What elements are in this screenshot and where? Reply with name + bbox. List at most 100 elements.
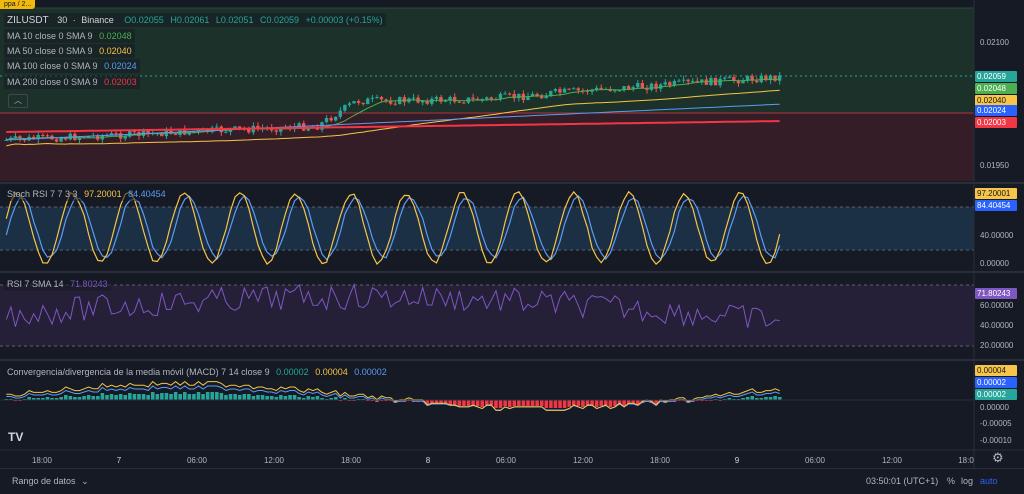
macd-histogram-bar [590, 400, 594, 405]
macd-histogram-bar [549, 400, 553, 408]
macd-histogram-bar [613, 400, 617, 406]
ma10-legend[interactable]: MA 10 close 0 SMA 9 0.02048 [4, 29, 135, 43]
macd-tick-1: -0.00005 [980, 419, 1012, 428]
macd-histogram-bar [247, 394, 251, 400]
ma100-value: 0.02024 [104, 61, 137, 71]
stoch-k-tag: 97.20001 [975, 188, 1017, 199]
macd-histogram-bar [219, 393, 224, 400]
macd-histogram-bar [558, 400, 562, 408]
gear-icon[interactable]: ⚙ [992, 450, 1004, 466]
chart-canvas[interactable] [0, 0, 1024, 468]
rsi-value-tag: 71.80243 [975, 288, 1017, 299]
stoch-rsi-label: Stoch RSI 7 7 3 3 [7, 189, 78, 199]
macd-histogram-bar [539, 400, 544, 406]
ma100-price-tag: 0.02024 [975, 105, 1017, 116]
macd-histogram-bar [118, 394, 123, 400]
macd-histogram-bar [192, 394, 196, 400]
close-value: C0.02059 [259, 15, 300, 25]
macd-histogram-bar [571, 400, 576, 405]
macd-hist-value: 0.00002 [276, 367, 309, 377]
macd-histogram-bar [306, 396, 311, 400]
macd-histogram-bar [182, 392, 187, 400]
time-tick: 12:00 [263, 456, 285, 465]
symbol-name: ZILUSDT [7, 15, 49, 26]
stoch-rsi-k-value: 97.20001 [84, 189, 122, 199]
price-pane-lower-zone [0, 113, 974, 181]
macd-histogram-bar [269, 396, 274, 400]
symbol-legend[interactable]: ZILUSDT 30 · Binance O0.02055 H0.02061 L… [4, 13, 386, 27]
log-toggle[interactable]: log [961, 475, 973, 487]
macd-histogram-bar [150, 392, 155, 400]
macd-histogram-bar [201, 394, 205, 400]
time-tick: 06:00 [804, 456, 826, 465]
rsi-tick-0: 60.00000 [980, 301, 1014, 310]
macd-histogram-bar [114, 395, 118, 400]
macd-legend[interactable]: Convergencia/divergencia de la media móv… [4, 365, 390, 379]
macd-histogram-bar [164, 393, 169, 400]
macd-histogram-bar [292, 395, 297, 400]
macd-histogram-bar [288, 395, 292, 400]
candle [352, 101, 356, 104]
macd-tick-2: -0.00010 [980, 436, 1012, 445]
time-tick: 9 [734, 456, 740, 465]
time-tick: 12:00 [572, 456, 594, 465]
macd-histogram-bar [228, 394, 233, 400]
ma50-legend[interactable]: MA 50 close 0 SMA 9 0.02040 [4, 44, 135, 58]
macd-histogram-bar [251, 396, 256, 400]
macd-histogram-bar [205, 392, 210, 400]
low-value: L0.02051 [215, 15, 254, 25]
ma10-label: MA 10 close 0 SMA 9 [7, 31, 93, 41]
bottom-toolbar: Rango de datos ⌄ 03:50:01 (UTC+1) % log … [0, 468, 1024, 494]
macd-histogram-group [0, 380, 974, 411]
time-tick: 7 [116, 456, 122, 465]
time-tick: 18:0 [958, 456, 974, 465]
macd-histogram-bar [480, 400, 485, 407]
ma100-legend[interactable]: MA 100 close 0 SMA 9 0.02024 [4, 59, 140, 73]
legend-collapse-button[interactable]: ︿ [8, 94, 28, 108]
macd-histogram-bar [494, 400, 498, 408]
macd-histogram-bar [215, 392, 219, 400]
macd-histogram-bar [160, 393, 164, 400]
interval-label: 30 [57, 15, 68, 25]
macd-histogram-bar [196, 392, 201, 400]
exchange-label: Binance [81, 15, 114, 25]
macd-histogram-bar [512, 400, 517, 406]
top-context-badge[interactable]: ppa / 2... [0, 0, 36, 9]
clock-timezone[interactable]: 03:50:01 (UTC+1) [866, 475, 938, 487]
rsi-label: RSI 7 SMA 14 [7, 279, 64, 289]
stoch-tick-0: 40.00000 [980, 231, 1014, 240]
macd-histogram-bar [498, 400, 503, 408]
macd-histogram-bar [485, 400, 489, 405]
price-tick-0: 0.02100 [980, 38, 1009, 47]
percent-toggle[interactable]: % [947, 475, 955, 487]
macd-histogram-bar [452, 400, 457, 405]
macd-histogram-bar [210, 392, 215, 400]
macd-histogram-bar [279, 395, 283, 400]
stoch-rsi-legend[interactable]: Stoch RSI 7 7 3 3 97.20001 84.40454 [4, 187, 169, 201]
macd-histogram-bar [526, 400, 530, 406]
time-tick: 06:00 [186, 456, 208, 465]
stoch-tick-1: 0.00000 [980, 259, 1009, 268]
macd-histogram-bar [187, 394, 192, 400]
macd-histogram-bar [233, 394, 237, 400]
macd-histogram-bar [507, 400, 512, 407]
tradingview-logo-icon[interactable]: TV [8, 430, 23, 444]
date-range-button[interactable]: Rango de datos ⌄ [12, 475, 89, 487]
rsi-legend[interactable]: RSI 7 SMA 14 71.80243 [4, 277, 111, 291]
macd-histogram-bar [137, 394, 141, 400]
macd-signal-value: 0.00002 [354, 367, 387, 377]
macd-histogram-bar [521, 400, 526, 406]
stoch-rsi-d-value: 84.40454 [128, 189, 166, 199]
auto-toggle[interactable]: auto [980, 475, 998, 487]
macd-histogram-bar [237, 395, 242, 400]
macd-histogram-bar [471, 400, 475, 405]
macd-histogram-bar [100, 393, 105, 400]
time-tick: 18:00 [340, 456, 362, 465]
rsi-tick-2: 20.00000 [980, 341, 1014, 350]
macd-histogram-bar [475, 400, 480, 406]
date-range-label: Rango de datos [12, 476, 76, 486]
macd-histogram-bar [622, 400, 626, 406]
ma200-price-tag: 0.02003 [975, 117, 1017, 128]
ma200-legend[interactable]: MA 200 close 0 SMA 9 0.02003 [4, 75, 140, 89]
time-tick: 18:00 [31, 456, 53, 465]
